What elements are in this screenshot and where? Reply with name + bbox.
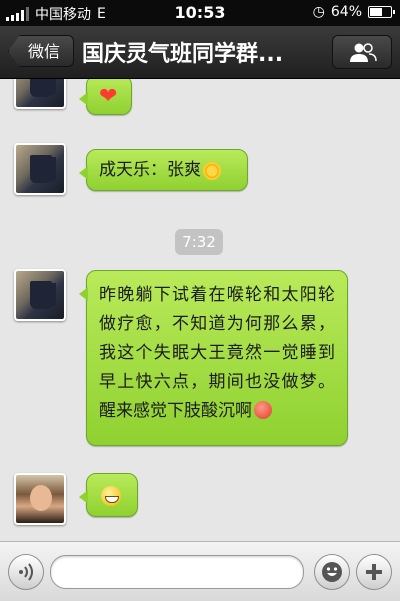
person-avatar[interactable] [14, 473, 66, 525]
clock-icon: ◷ [312, 4, 325, 20]
timestamp-pill: 7:32 [175, 229, 223, 255]
message-text: 昨晚躺下试着在喉轮和太阳轮做疗愈，不知道为何那么累，我这个失眠大王竟然一觉睡到早… [99, 285, 335, 421]
message-text: 成天乐：张爽 [99, 160, 201, 180]
chat-area: ❤ 成天乐：张爽 7:32 昨晚躺下试着在喉轮和太阳轮做疗愈，不知道为何那么累，… [0, 79, 400, 541]
grin-emoji [101, 486, 121, 506]
sun-emoji [205, 164, 219, 178]
voice-icon [19, 563, 33, 581]
battery-icon [368, 6, 395, 18]
angry-emoji [254, 401, 272, 419]
message-bubble[interactable]: 昨晚躺下试着在喉轮和太阳轮做疗愈，不知道为何那么累，我这个失眠大王竟然一觉睡到早… [79, 270, 348, 446]
mug-avatar[interactable] [14, 143, 66, 195]
people-icon [350, 43, 377, 62]
message-bubble-grin[interactable] [79, 473, 138, 517]
add-button[interactable] [356, 554, 392, 590]
members-button[interactable] [332, 35, 392, 69]
navbar: 微信 国庆灵气班同学群... [0, 26, 400, 79]
input-bar [0, 541, 400, 601]
voice-button[interactable] [8, 554, 44, 590]
message-bubble-heart[interactable]: ❤ [79, 79, 132, 115]
mug-avatar[interactable] [14, 269, 66, 321]
smiley-icon [322, 562, 342, 582]
chat-title: 国庆灵气班同学群... [82, 42, 284, 67]
back-button[interactable]: 微信 [8, 35, 74, 67]
message-bubble[interactable]: 成天乐：张爽 [79, 149, 248, 191]
plus-icon [366, 564, 382, 580]
heart-emoji: ❤ [99, 84, 118, 109]
status-bar: 中国移动 E 10:53 ◷ 64% [0, 0, 400, 26]
mug-avatar[interactable] [14, 79, 66, 109]
message-input[interactable] [50, 555, 304, 589]
battery-percent: 64% [330, 4, 362, 20]
emoji-button[interactable] [314, 554, 350, 590]
